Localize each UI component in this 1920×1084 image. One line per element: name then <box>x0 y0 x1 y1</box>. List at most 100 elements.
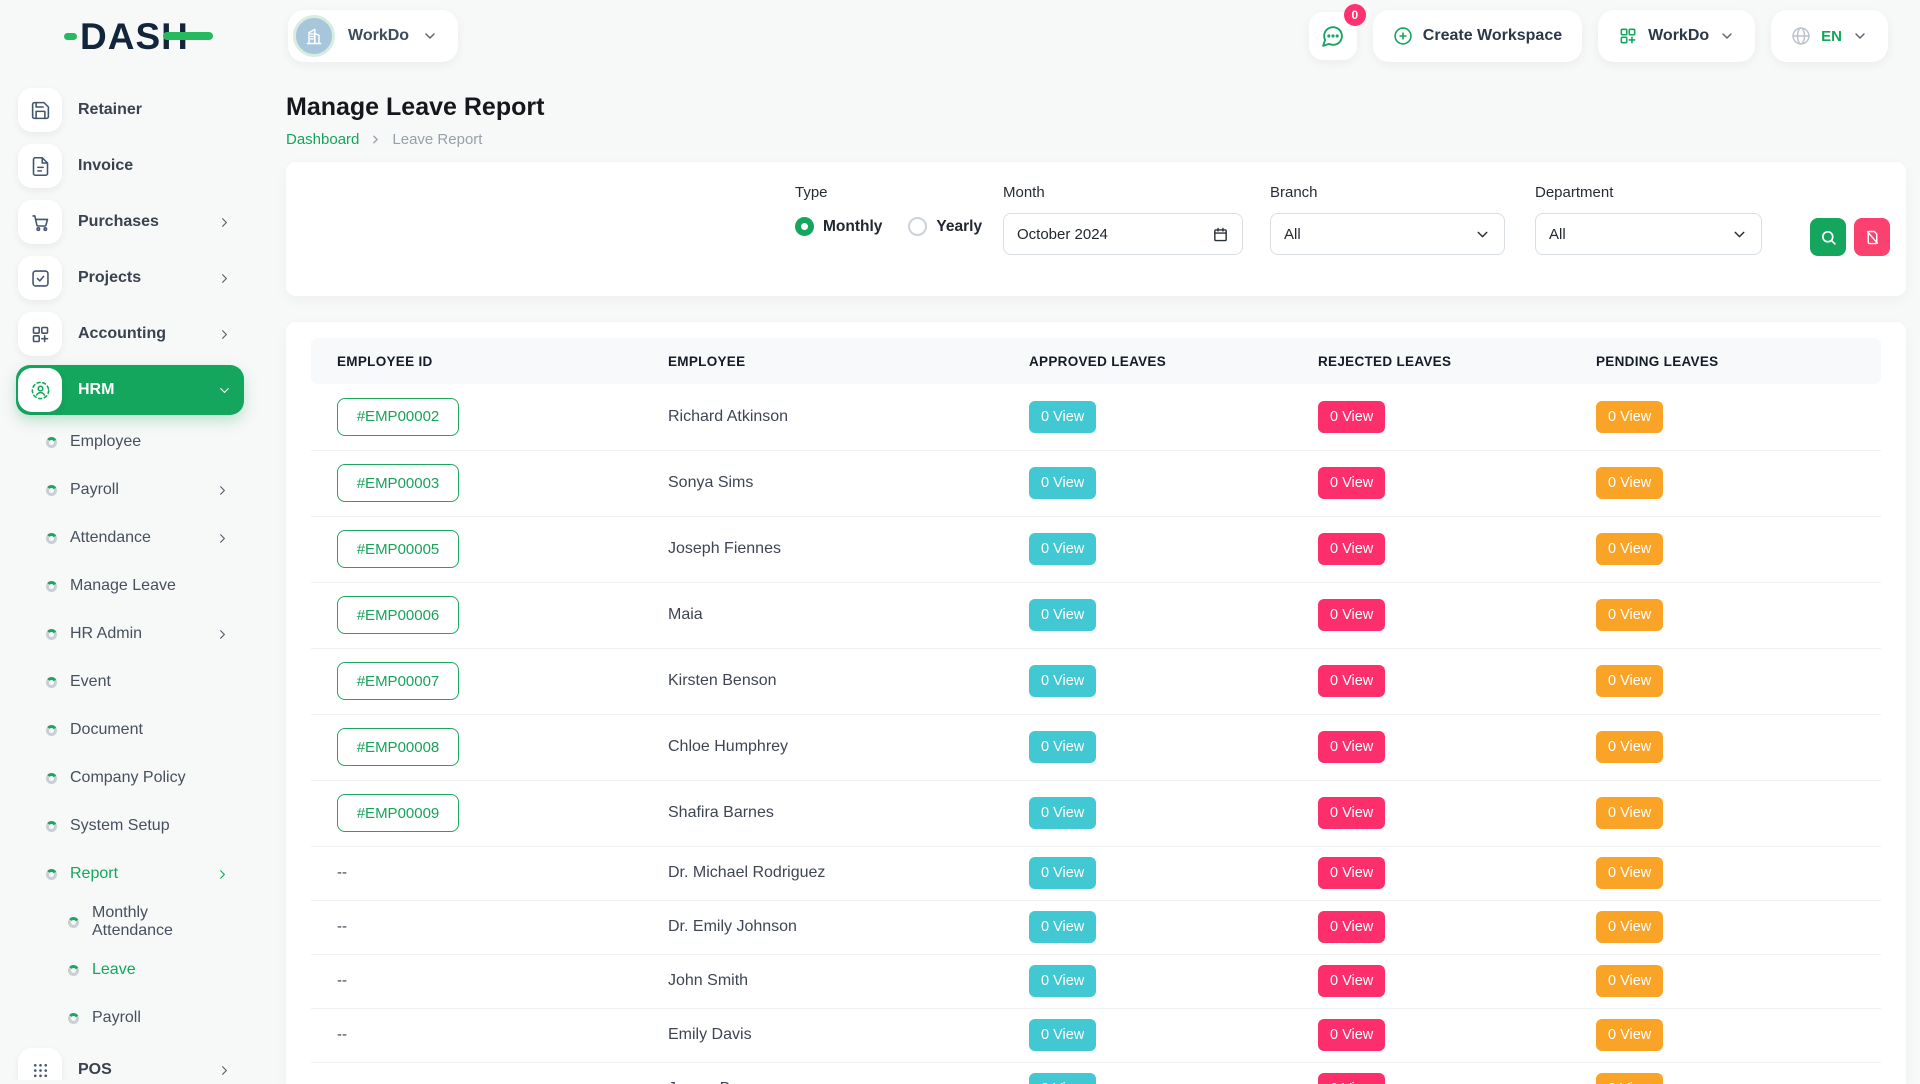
rejected-leaves-view-button[interactable]: 0 View <box>1318 1019 1385 1051</box>
pending-leaves-view-button[interactable]: 0 View <box>1596 599 1663 631</box>
employee-name-cell: Chloe Humphrey <box>668 714 1029 780</box>
sidebar-subitem-payroll[interactable]: Payroll <box>16 466 244 514</box>
rejected-leaves-cell: 0 View <box>1318 1008 1596 1062</box>
department-select[interactable]: All <box>1535 213 1762 255</box>
sidebar-item-purchases[interactable]: Purchases <box>16 194 244 250</box>
sidebar-subitem-system-setup[interactable]: System Setup <box>16 802 244 850</box>
pending-leaves-view-button[interactable]: 0 View <box>1596 401 1663 433</box>
pending-leaves-view-button[interactable]: 0 View <box>1596 665 1663 697</box>
approved-leaves-cell: 0 View <box>1029 1062 1318 1084</box>
sidebar-item-projects[interactable]: Projects <box>16 250 244 306</box>
pending-leaves-view-button[interactable]: 0 View <box>1596 533 1663 565</box>
pending-leaves-view-button[interactable]: 0 View <box>1596 965 1663 997</box>
pending-leaves-view-button[interactable]: 0 View <box>1596 1073 1663 1084</box>
rejected-leaves-view-button[interactable]: 0 View <box>1318 965 1385 997</box>
approved-leaves-view-button[interactable]: 0 View <box>1029 599 1096 631</box>
sidebar-item-hrm[interactable]: HRM <box>16 365 244 415</box>
sidebar-hrm-submenu: Employee Payroll Attendance Manage Leave… <box>16 418 244 898</box>
pending-leaves-cell: 0 View <box>1596 1008 1881 1062</box>
rejected-leaves-view-button[interactable]: 0 View <box>1318 401 1385 433</box>
pending-leaves-view-button[interactable]: 0 View <box>1596 857 1663 889</box>
employee-name: John Smith <box>668 972 748 989</box>
sidebar-subitem-label: Employee <box>70 433 230 451</box>
branch-select[interactable]: All <box>1270 213 1505 255</box>
rejected-leaves-view-button[interactable]: 0 View <box>1318 731 1385 763</box>
approved-leaves-view-button[interactable]: 0 View <box>1029 731 1096 763</box>
pending-leaves-view-button[interactable]: 0 View <box>1596 1019 1663 1051</box>
month-input[interactable]: October 2024 <box>1003 213 1243 255</box>
type-radio-monthly[interactable]: Monthly <box>795 217 882 236</box>
column-header-employee-id: EMPLOYEE ID <box>311 338 668 384</box>
sidebar-subitem-label: Payroll <box>92 1009 230 1027</box>
sidebar-bottom-menu: POS <box>16 1042 244 1080</box>
language-selector[interactable]: EN <box>1771 10 1888 62</box>
approved-leaves-view-button[interactable]: 0 View <box>1029 857 1096 889</box>
approved-leaves-view-button[interactable]: 0 View <box>1029 1073 1096 1084</box>
approved-leaves-cell: 0 View <box>1029 648 1318 714</box>
employee-id-badge[interactable]: #EMP00007 <box>337 662 459 700</box>
approved-leaves-view-button[interactable]: 0 View <box>1029 911 1096 943</box>
pending-leaves-view-button[interactable]: 0 View <box>1596 797 1663 829</box>
sidebar-subitem-report[interactable]: Report <box>16 850 244 898</box>
employee-name-cell: Maia <box>668 582 1029 648</box>
rejected-leaves-view-button[interactable]: 0 View <box>1318 797 1385 829</box>
sidebar-item-retainer[interactable]: Retainer <box>16 82 244 138</box>
sidebar-subitem-manage-leave[interactable]: Manage Leave <box>16 562 244 610</box>
sidebar-subitem-monthly-attendance[interactable]: Monthly Attendance <box>16 898 244 946</box>
rejected-leaves-cell: 0 View <box>1318 516 1596 582</box>
sidebar-item-pos[interactable]: POS <box>16 1042 244 1080</box>
breadcrumb-current: Leave Report <box>392 131 482 148</box>
sidebar-subitem-hr-admin[interactable]: HR Admin <box>16 610 244 658</box>
rejected-leaves-view-button[interactable]: 0 View <box>1318 911 1385 943</box>
employee-id-badge[interactable]: #EMP00009 <box>337 794 459 832</box>
approved-leaves-cell: 0 View <box>1029 714 1318 780</box>
table-body: #EMP00002 Richard Atkinson 0 View 0 View… <box>311 384 1881 1084</box>
employee-id-badge[interactable]: #EMP00005 <box>337 530 459 568</box>
sidebar-subitem-payroll[interactable]: Payroll <box>16 994 244 1042</box>
pending-leaves-view-button[interactable]: 0 View <box>1596 731 1663 763</box>
messages-button[interactable]: 0 <box>1309 12 1357 60</box>
sidebar-item-label: Retainer <box>78 101 232 119</box>
sidebar-subitem-document[interactable]: Document <box>16 706 244 754</box>
chat-badge: 0 <box>1344 4 1366 26</box>
create-workspace-button[interactable]: Create Workspace <box>1373 10 1582 62</box>
approved-leaves-cell: 0 View <box>1029 450 1318 516</box>
workspace-selector[interactable]: WorkDo <box>288 10 458 62</box>
sidebar-subitem-leave[interactable]: Leave <box>16 946 244 994</box>
breadcrumb-dashboard-link[interactable]: Dashboard <box>286 131 359 148</box>
approved-leaves-view-button[interactable]: 0 View <box>1029 533 1096 565</box>
bullet-icon <box>68 917 79 928</box>
table-header-row: EMPLOYEE IDEMPLOYEEAPPROVED LEAVESREJECT… <box>311 338 1881 384</box>
sidebar-item-accounting[interactable]: Accounting <box>16 306 244 362</box>
employee-name: Dr. Emily Johnson <box>668 918 797 935</box>
employee-id-badge[interactable]: #EMP00008 <box>337 728 459 766</box>
approved-leaves-view-button[interactable]: 0 View <box>1029 1019 1096 1051</box>
search-button[interactable] <box>1810 218 1846 256</box>
type-radio-yearly[interactable]: Yearly <box>908 217 982 236</box>
rejected-leaves-view-button[interactable]: 0 View <box>1318 533 1385 565</box>
approved-leaves-view-button[interactable]: 0 View <box>1029 797 1096 829</box>
sidebar-subitem-employee[interactable]: Employee <box>16 418 244 466</box>
app-logo[interactable]: DASH <box>0 18 258 55</box>
employee-id-badge[interactable]: #EMP00003 <box>337 464 459 502</box>
pending-leaves-view-button[interactable]: 0 View <box>1596 911 1663 943</box>
approved-leaves-view-button[interactable]: 0 View <box>1029 665 1096 697</box>
column-header-rejected-leaves: REJECTED LEAVES <box>1318 338 1596 384</box>
rejected-leaves-view-button[interactable]: 0 View <box>1318 467 1385 499</box>
approved-leaves-view-button[interactable]: 0 View <box>1029 965 1096 997</box>
employee-id-badge[interactable]: #EMP00002 <box>337 398 459 436</box>
sidebar-subitem-attendance[interactable]: Attendance <box>16 514 244 562</box>
reset-button[interactable] <box>1854 218 1890 256</box>
employee-id-badge[interactable]: #EMP00006 <box>337 596 459 634</box>
pending-leaves-view-button[interactable]: 0 View <box>1596 467 1663 499</box>
sidebar-subitem-event[interactable]: Event <box>16 658 244 706</box>
app-menu-button[interactable]: WorkDo <box>1598 10 1755 62</box>
sidebar-subitem-company-policy[interactable]: Company Policy <box>16 754 244 802</box>
approved-leaves-view-button[interactable]: 0 View <box>1029 401 1096 433</box>
rejected-leaves-view-button[interactable]: 0 View <box>1318 599 1385 631</box>
rejected-leaves-view-button[interactable]: 0 View <box>1318 857 1385 889</box>
approved-leaves-view-button[interactable]: 0 View <box>1029 467 1096 499</box>
sidebar-item-invoice[interactable]: Invoice <box>16 138 244 194</box>
rejected-leaves-view-button[interactable]: 0 View <box>1318 1073 1385 1084</box>
rejected-leaves-view-button[interactable]: 0 View <box>1318 665 1385 697</box>
